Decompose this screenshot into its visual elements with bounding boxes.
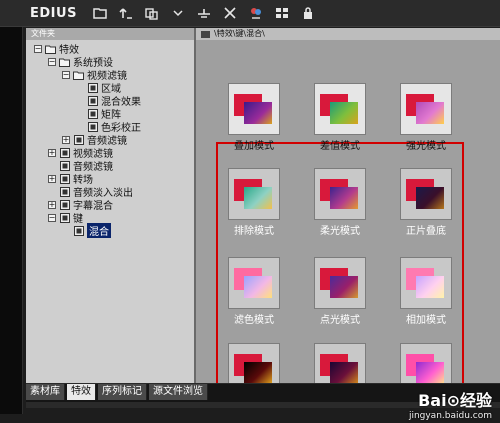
thumbnail-front-layer bbox=[330, 362, 358, 383]
effect-item[interactable]: 相加模式 bbox=[390, 257, 462, 326]
watermark: Bai⊙经验 jingyan.baidu.com bbox=[409, 387, 492, 421]
thumbnail-front-layer bbox=[416, 276, 444, 298]
expand-icon[interactable]: + bbox=[48, 148, 56, 157]
folder-icon bbox=[45, 44, 56, 54]
effect-item[interactable]: 排除模式 bbox=[218, 168, 290, 237]
effect-item[interactable]: 叠加模式 bbox=[218, 83, 290, 152]
thumbnail-front-layer bbox=[244, 187, 272, 209]
path-text: \特效\键\混合\ bbox=[214, 29, 265, 38]
tree-header: 文件夹 bbox=[26, 28, 194, 40]
effect-icon bbox=[59, 186, 70, 197]
tab-2[interactable]: 序列标记 bbox=[98, 384, 147, 400]
lock-icon[interactable] bbox=[300, 5, 316, 21]
effect-label: 柔光模式 bbox=[320, 226, 360, 237]
effect-thumbnail[interactable] bbox=[314, 83, 366, 135]
thumbnail-front-layer bbox=[330, 102, 358, 124]
effect-icon bbox=[87, 95, 98, 106]
effect-icon bbox=[59, 147, 70, 158]
effect-item[interactable] bbox=[390, 343, 462, 383]
collapse-icon[interactable]: − bbox=[48, 213, 56, 222]
tree-item[interactable]: 混合 bbox=[62, 223, 111, 238]
up-arrow-icon[interactable] bbox=[118, 5, 134, 21]
effect-label: 正片叠底 bbox=[406, 226, 446, 237]
effect-thumbnail[interactable] bbox=[228, 257, 280, 309]
left-black-strip bbox=[0, 26, 23, 414]
tab-1[interactable]: 特效 bbox=[67, 384, 96, 400]
effect-thumbnail[interactable] bbox=[400, 83, 452, 135]
watermark-logo: Bai⊙经验 bbox=[418, 391, 492, 410]
folder-icon bbox=[59, 57, 70, 67]
effect-icon bbox=[59, 212, 70, 223]
effect-item[interactable] bbox=[218, 343, 290, 383]
folder-icon bbox=[201, 30, 210, 38]
effect-icon bbox=[73, 225, 84, 236]
expand-icon[interactable]: + bbox=[48, 174, 56, 183]
effect-item[interactable]: 点光模式 bbox=[304, 257, 376, 326]
effect-icon bbox=[59, 173, 70, 184]
grid-view-icon[interactable] bbox=[274, 5, 290, 21]
copy-icon[interactable] bbox=[144, 5, 160, 21]
effect-item[interactable]: 柔光模式 bbox=[304, 168, 376, 237]
thumbnail-front-layer bbox=[416, 102, 444, 124]
effect-label: 相加模式 bbox=[406, 315, 446, 326]
effect-label: 强光模式 bbox=[406, 141, 446, 152]
expand-icon[interactable]: + bbox=[48, 200, 56, 209]
delete-x-icon[interactable] bbox=[222, 5, 238, 21]
chevron-down-icon[interactable] bbox=[170, 5, 186, 21]
collapse-icon[interactable]: − bbox=[34, 44, 42, 53]
effect-icon[interactable] bbox=[248, 5, 264, 21]
effect-thumbnail[interactable] bbox=[228, 168, 280, 220]
effect-label: 排除模式 bbox=[234, 226, 274, 237]
effect-icon bbox=[87, 82, 98, 93]
effect-thumbnail[interactable] bbox=[400, 168, 452, 220]
tree-item[interactable]: − 键 bbox=[48, 211, 83, 225]
collapse-icon[interactable]: − bbox=[62, 70, 70, 79]
effect-thumbnail[interactable] bbox=[400, 343, 452, 383]
app-logo: EDIUS bbox=[30, 5, 77, 21]
thumbnail-front-layer bbox=[416, 187, 444, 209]
effect-item[interactable]: 强光模式 bbox=[390, 83, 462, 152]
thumbnail-front-layer bbox=[330, 276, 358, 298]
folder-icon bbox=[73, 70, 84, 80]
effect-item[interactable]: 滤色模式 bbox=[218, 257, 290, 326]
folder-tree: 文件夹 − 特效 − 系统预设 − 视频滤镜 区域 混合效果 矩阵 色彩校正 + 音频滤镜 + 视频滤镜音… bbox=[26, 28, 196, 383]
thumbnail-front-layer bbox=[244, 362, 272, 383]
expand-icon[interactable]: + bbox=[62, 135, 70, 144]
effect-label: 滤色模式 bbox=[234, 315, 274, 326]
thumbnail-front-layer bbox=[330, 187, 358, 209]
effect-thumbnail[interactable] bbox=[314, 257, 366, 309]
effect-icon bbox=[59, 160, 70, 171]
effect-icon bbox=[73, 134, 84, 145]
collapse-icon[interactable]: − bbox=[48, 57, 56, 66]
effects-panel: 文件夹 − 特效 − 系统预设 − 视频滤镜 区域 混合效果 矩阵 色彩校正 + 音频滤镜 + 视频滤镜音… bbox=[26, 28, 500, 408]
effect-item[interactable] bbox=[304, 343, 376, 383]
effect-label: 点光模式 bbox=[320, 315, 360, 326]
folder-icon[interactable] bbox=[92, 5, 108, 21]
effect-icon bbox=[59, 199, 70, 210]
tree-item-label: 混合 bbox=[87, 223, 111, 238]
effect-thumbnail[interactable] bbox=[228, 343, 280, 383]
edius-window: EDIUS 文件夹 − 特效 − 系统预设 − 视频滤镜 区域 混合效果 矩阵 … bbox=[0, 0, 500, 423]
thumbnail-front-layer bbox=[244, 102, 272, 124]
effect-icon bbox=[87, 108, 98, 119]
effect-thumbnail[interactable] bbox=[314, 343, 366, 383]
tree-item-label: 键 bbox=[73, 214, 83, 225]
path-bar: \特效\键\混合\ bbox=[196, 28, 500, 40]
thumbnail-front-layer bbox=[416, 362, 444, 383]
effect-label: 差值模式 bbox=[320, 141, 360, 152]
effects-grid: 叠加模式 差值模式 强光模式排除模式 柔光模式 正片叠底滤色模式 点光模式 相加模式 bbox=[196, 40, 500, 383]
effect-item[interactable]: 差值模式 bbox=[304, 83, 376, 152]
tab-3[interactable]: 源文件浏览 bbox=[149, 384, 208, 400]
thumbnail-front-layer bbox=[244, 276, 272, 298]
effect-thumbnail[interactable] bbox=[228, 83, 280, 135]
effect-thumbnail[interactable] bbox=[314, 168, 366, 220]
effect-item[interactable]: 正片叠底 bbox=[390, 168, 462, 237]
watermark-url: jingyan.baidu.com bbox=[408, 411, 492, 421]
effect-thumbnail[interactable] bbox=[400, 257, 452, 309]
tab-0[interactable]: 素材库 bbox=[26, 384, 65, 400]
align-icon[interactable] bbox=[196, 5, 212, 21]
effect-label: 叠加模式 bbox=[234, 141, 274, 152]
toolbar: EDIUS bbox=[0, 0, 500, 27]
effect-icon bbox=[87, 121, 98, 132]
